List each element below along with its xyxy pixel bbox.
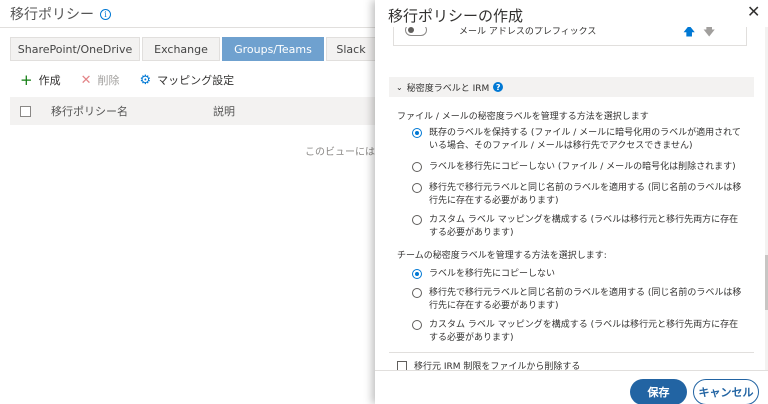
mapping-settings-button[interactable]: ⚙ マッピング設定 — [139, 72, 234, 88]
panel-scroll-area[interactable]: メール アドレスのプレフィックス 🡅 🡇 ⌄ 秘密度ラベルと IRM ? ファイ… — [375, 27, 768, 370]
save-button[interactable]: 保存 — [630, 379, 687, 404]
team-option-custom-mapping[interactable]: カスタム ラベル マッピングを構成する (ラベルは移行元と移行先両方に存在する必… — [412, 319, 742, 345]
info-icon[interactable]: i — [100, 8, 111, 20]
radio-button[interactable] — [412, 215, 422, 225]
tab-groups-teams[interactable]: Groups/Teams — [222, 37, 324, 61]
file-option-no-copy[interactable]: ラベルを移行先にコピーしない (ファイル / メールの暗号化は削除されます) — [412, 161, 742, 174]
option-text: カスタム ラベル マッピングを構成する (ラベルは移行元と移行先両方に存在する必… — [429, 320, 739, 343]
option-text: ラベルを移行先にコピーしない (ファイル / メールの暗号化は削除されます) — [429, 162, 736, 172]
sensitivity-section-header[interactable]: ⌄ 秘密度ラベルと IRM ? — [389, 77, 754, 97]
table-header: 移行ポリシー名 説明 — [10, 97, 376, 125]
option-text: カスタム ラベル マッピングを構成する (ラベルは移行元と移行先両方に存在する必… — [429, 215, 739, 238]
irm-checkbox[interactable] — [397, 360, 407, 370]
create-button[interactable]: + 作成 — [20, 72, 61, 88]
prefix-toggle[interactable] — [405, 27, 427, 36]
team-option-same-name[interactable]: 移行先で移行元ラベルと同じ名前のラベルを適用する (同じ名前のラベルは移行先に存… — [412, 287, 742, 313]
file-label-question: ファイル / メールの秘密度ラベルを管理する方法を選択します — [397, 112, 649, 122]
radio-button[interactable] — [412, 128, 422, 138]
irm-label: 移行元 IRM 制限をファイルから削除する — [414, 362, 581, 370]
create-policy-panel: 移行ポリシーの作成 ✕ メール アドレスのプレフィックス 🡅 🡇 ⌄ 秘密度ラベ… — [375, 0, 768, 404]
plus-icon: + — [20, 70, 33, 89]
divider — [0, 27, 376, 28]
column-header-policy-name[interactable]: 移行ポリシー名 — [51, 103, 213, 119]
arrow-up-icon[interactable]: 🡅 — [683, 27, 695, 43]
prefix-row: メール アドレスのプレフィックス 🡅 🡇 — [393, 27, 747, 46]
panel-title: 移行ポリシーの作成 — [388, 7, 524, 25]
mapping-label: マッピング設定 — [157, 74, 235, 87]
cancel-button[interactable]: キャンセル — [693, 379, 759, 404]
divider — [389, 352, 754, 353]
file-option-same-name[interactable]: 移行先で移行元ラベルと同じ名前のラベルを適用する (同じ名前のラベルは移行先に存… — [412, 182, 742, 208]
team-option-no-copy[interactable]: ラベルを移行先にコピーしない — [412, 268, 742, 281]
page-title-text: 移行ポリシー — [10, 7, 94, 23]
toggle-knob — [408, 27, 414, 33]
radio-button[interactable] — [412, 162, 422, 172]
option-text: 既存のラベルを保持する (ファイル / メールに暗号化用のラベルが適用されている… — [429, 128, 741, 151]
arrow-down-icon[interactable]: 🡇 — [703, 27, 715, 43]
option-text: ラベルを移行先にコピーしない — [429, 269, 556, 279]
section-title: 秘密度ラベルと IRM — [406, 83, 490, 94]
delete-x-icon: ✕ — [80, 72, 92, 88]
panel-footer: 保存 キャンセル — [375, 370, 768, 404]
file-option-custom-mapping[interactable]: カスタム ラベル マッピングを構成する (ラベルは移行元と移行先両方に存在する必… — [412, 214, 742, 240]
prefix-label: メール アドレスのプレフィックス — [459, 27, 597, 37]
page-title: 移行ポリシー i — [10, 4, 111, 24]
irm-remove-row[interactable]: 移行元 IRM 制限をファイルから削除する — [397, 359, 580, 370]
create-label: 作成 — [38, 74, 61, 87]
tab-exchange[interactable]: Exchange — [142, 37, 220, 61]
toolbar: + 作成 ✕ 削除 ⚙ マッピング設定 — [20, 72, 234, 88]
radio-button[interactable] — [412, 269, 422, 279]
delete-label: 削除 — [97, 74, 120, 87]
help-icon[interactable]: ? — [493, 82, 504, 92]
radio-button[interactable] — [412, 320, 422, 330]
team-label-question: チームの秘密度ラベルを管理する方法を選択します: — [397, 251, 607, 261]
gear-icon: ⚙ — [139, 72, 152, 88]
radio-button[interactable] — [412, 183, 422, 193]
option-text: 移行先で移行元ラベルと同じ名前のラベルを適用する (同じ名前のラベルは移行先に存… — [429, 183, 742, 206]
tab-bar: SharePoint/OneDrive Exchange Groups/Team… — [10, 37, 378, 61]
tab-sharepoint-onedrive[interactable]: SharePoint/OneDrive — [10, 37, 140, 61]
column-header-description[interactable]: 説明 — [213, 103, 235, 119]
radio-button[interactable] — [412, 288, 422, 298]
select-all-checkbox[interactable] — [20, 105, 31, 117]
chevron-down-icon: ⌄ — [396, 82, 403, 92]
file-option-keep[interactable]: 既存のラベルを保持する (ファイル / メールに暗号化用のラベルが適用されている… — [412, 127, 742, 153]
tab-slack[interactable]: Slack — [326, 37, 376, 61]
close-icon[interactable]: ✕ — [747, 4, 760, 20]
option-text: 移行先で移行元ラベルと同じ名前のラベルを適用する (同じ名前のラベルは移行先に存… — [429, 288, 742, 311]
delete-button[interactable]: ✕ 削除 — [81, 72, 120, 88]
